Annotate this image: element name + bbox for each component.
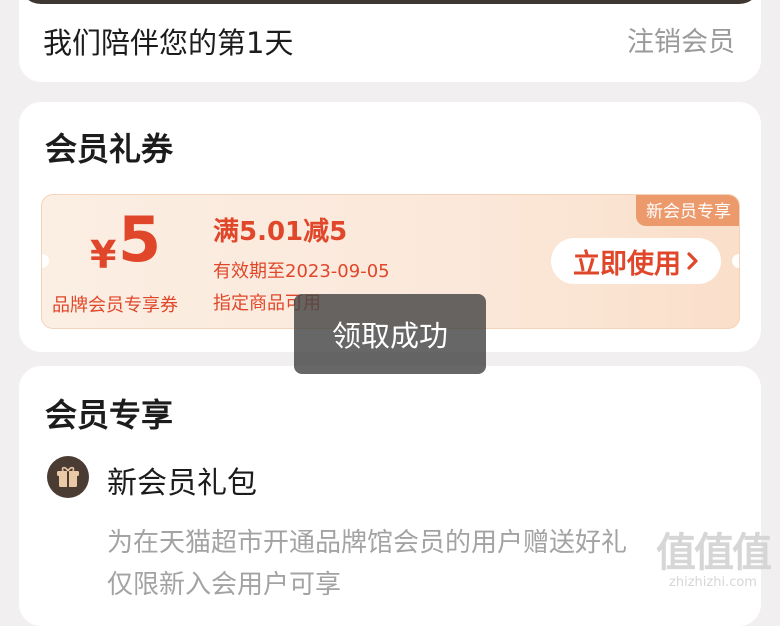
coupon-type-label: 品牌会员专享券 (52, 295, 178, 316)
new-member-badge: 新会员专享 (636, 195, 739, 226)
gift-icon (47, 456, 89, 498)
header-banner (19, 0, 761, 4)
use-now-button[interactable]: 立即使用 (551, 238, 721, 284)
watermark-url: zhizhizhi.com (669, 575, 757, 590)
chevron-right-icon (687, 252, 698, 270)
cancel-membership-link[interactable]: 注销会员 (627, 20, 735, 59)
coupon-currency: ¥ (90, 233, 117, 277)
coupon-condition: 满5.01减5 (213, 217, 348, 247)
gift-description-line-2: 仅限新入会用户可享 (107, 570, 342, 600)
exclusive-section-title: 会员专享 (45, 396, 174, 434)
coupon-amount: 5 (118, 203, 162, 276)
new-member-gift-title[interactable]: 新会员礼包 (107, 458, 257, 502)
watermark-logo: 值值值 (656, 530, 772, 576)
coupons-section-title: 会员礼券 (45, 130, 174, 168)
exclusive-card: 会员专享 新会员礼包 为在天猫超市开通品牌馆会员的用户赠送好礼 仅限新入会用户可… (19, 366, 761, 626)
member-status-card: 我们陪伴您的第1天 注销会员 (19, 0, 761, 82)
use-now-label: 立即使用 (573, 248, 681, 280)
coupon-validity: 有效期至2023-09-05 (213, 261, 390, 282)
coupon-notch-left (42, 254, 49, 268)
gift-description-line-1: 为在天猫超市开通品牌馆会员的用户赠送好礼 (107, 528, 628, 558)
membership-days-text: 我们陪伴您的第1天 (43, 26, 294, 60)
watermark: 值值值 zhizhizhi.com (656, 530, 772, 590)
toast-message: 领取成功 (294, 294, 486, 374)
coupon-notch-right (732, 254, 739, 268)
